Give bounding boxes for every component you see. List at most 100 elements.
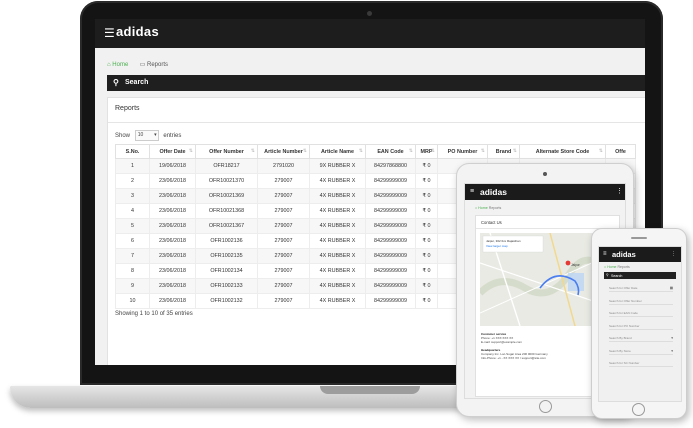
table-cell: OFR10021367 (195, 218, 258, 234)
breadcrumb-reports[interactable]: Reports (147, 62, 168, 68)
column-header[interactable]: EAN Code ⇅ (365, 144, 416, 159)
calendar-icon[interactable]: ▦ (670, 286, 673, 290)
table-cell: OFR1002133 (195, 278, 258, 294)
table-cell: 4X RUBBER X (309, 188, 366, 204)
reports-icon: ▭ (139, 62, 146, 68)
search-field[interactable]: Search for EAN Code (609, 311, 673, 317)
column-header-label: Alternate Store Code (535, 148, 590, 155)
table-cell: 23/06/2018 (149, 203, 196, 219)
table-cell: 5 (115, 218, 150, 234)
column-header-label: Offer Date (159, 148, 186, 155)
table-cell: 2 (115, 173, 150, 189)
column-header[interactable]: PO Number ⇅ (437, 144, 488, 159)
home-button (539, 400, 552, 413)
search-field[interactable]: Search for SC Number (609, 361, 673, 367)
chevron-down-icon[interactable]: ▾ (671, 336, 673, 340)
table-cell: ₹ 0 (415, 248, 438, 264)
search-field[interactable]: Search By Store ▾ (609, 349, 673, 355)
field-underline (609, 291, 673, 292)
table-cell: 23/06/2018 (149, 218, 196, 234)
column-header[interactable]: Offe (605, 144, 636, 159)
table-cell: OFR18217 (195, 158, 258, 174)
card-title: Contact Us (481, 220, 502, 225)
sort-icon[interactable]: ⇅ (251, 148, 255, 154)
menu-icon[interactable]: ≡ (470, 188, 474, 195)
address-line-2: E-mail: support@example.com (481, 340, 523, 344)
field-underline (609, 303, 673, 305)
menu-icon[interactable]: ☰ (104, 27, 115, 39)
breadcrumb-reports[interactable]: Reports (489, 206, 502, 210)
table-header-row: S.No. Offer Date ⇅ Offer Number ⇅ Article Num… (115, 144, 636, 159)
more-icon[interactable]: ⋮ (616, 187, 623, 195)
sort-icon[interactable]: ⇅ (409, 148, 413, 154)
sort-icon[interactable]: ⇅ (431, 148, 435, 154)
search-field[interactable]: Search By Brand ▾ (609, 336, 673, 342)
panel-title: Reports (115, 105, 140, 112)
column-header[interactable]: MRP ⇅ (415, 144, 438, 159)
page-size-value: 10 (137, 132, 144, 138)
sort-icon[interactable]: ⇅ (599, 148, 603, 154)
table-cell: ₹ 0 (415, 278, 438, 294)
search-field[interactable]: Search for PO Number (609, 324, 673, 330)
table-cell: 23/06/2018 (149, 248, 196, 264)
table-cell: 4X RUBBER X (309, 218, 366, 234)
search-field[interactable]: Search for Offer Date ▦ (609, 286, 673, 292)
column-header[interactable]: Offer Number ⇅ (195, 144, 258, 159)
table-cell: 23/06/2018 (149, 293, 196, 309)
camera-dot (543, 172, 547, 176)
table-info: Showing 1 to 10 of 35 entries (115, 311, 193, 317)
chevron-down-icon[interactable]: ▾ (671, 349, 673, 353)
table-cell: ₹ 0 (415, 263, 438, 279)
search-field-placeholder: Search for SC Number (609, 361, 640, 365)
brand-logo[interactable]: adidas (116, 24, 159, 39)
home-icon: ⌂ (604, 265, 607, 269)
search-field[interactable]: Search for Offer Number (609, 298, 673, 305)
divider (108, 122, 645, 123)
column-header[interactable]: Alternate Store Code ⇅ (519, 144, 606, 159)
phone-navbar: ≡ adidas ⋮ (599, 247, 681, 262)
brand-logo[interactable]: adidas (612, 250, 636, 259)
table-cell: ₹ 0 (415, 203, 438, 219)
brand-logo[interactable]: adidas (480, 187, 507, 197)
sort-icon[interactable]: ⇅ (481, 148, 485, 154)
column-header[interactable]: Offer Date ⇅ (149, 144, 196, 159)
table-cell: ₹ 0 (415, 233, 438, 249)
field-underline (609, 366, 673, 367)
breadcrumb-home[interactable]: Home (112, 62, 128, 68)
column-header-label: Article Number (264, 148, 303, 155)
search-icon: ⚲ (606, 273, 609, 277)
table-cell: ₹ 0 (415, 188, 438, 204)
map-marker-label: Jaipur (571, 263, 581, 267)
svg-text:View larger map: View larger map (486, 244, 508, 248)
table-cell: 4X RUBBER X (309, 203, 366, 219)
search-bar[interactable]: ⚲ Search (604, 272, 676, 279)
breadcrumb-home[interactable]: Home (478, 206, 488, 210)
sort-icon[interactable]: ⇅ (513, 148, 517, 154)
breadcrumb-home[interactable]: Home (607, 265, 616, 269)
page-size-select[interactable]: 10 ▾ (134, 130, 159, 141)
table-cell: 279007 (257, 248, 310, 264)
table-cell: 10 (115, 293, 150, 309)
sort-icon[interactable]: ⇅ (359, 148, 363, 154)
search-field-placeholder: Search for Offer Date (609, 286, 638, 290)
column-header-label: Offe (615, 148, 626, 155)
breadcrumb-reports[interactable]: Reports (617, 265, 629, 269)
menu-icon[interactable]: ≡ (603, 251, 607, 257)
table-cell: 84299999009 (365, 218, 416, 234)
field-underline (609, 316, 673, 317)
table-cell: OFR1002135 (195, 248, 258, 264)
column-header[interactable]: Brand ⇅ (487, 144, 520, 159)
column-header[interactable]: Article Number ⇅ (257, 144, 310, 159)
column-header[interactable]: Article Name ⇅ (309, 144, 366, 159)
sort-icon[interactable]: ⇅ (189, 148, 193, 154)
search-field-placeholder: Search for Offer Number (609, 298, 642, 303)
table-cell: 84299999009 (365, 278, 416, 294)
table-cell: 84299999009 (365, 263, 416, 279)
sort-icon[interactable]: ⇅ (303, 148, 307, 154)
field-underline (609, 328, 673, 330)
table-cell: 4X RUBBER X (309, 233, 366, 249)
search-bar[interactable]: ⚲ Search (107, 75, 645, 91)
table-cell: 84299999009 (365, 248, 416, 264)
column-header[interactable]: S.No. (115, 144, 150, 159)
more-icon[interactable]: ⋮ (671, 251, 676, 257)
